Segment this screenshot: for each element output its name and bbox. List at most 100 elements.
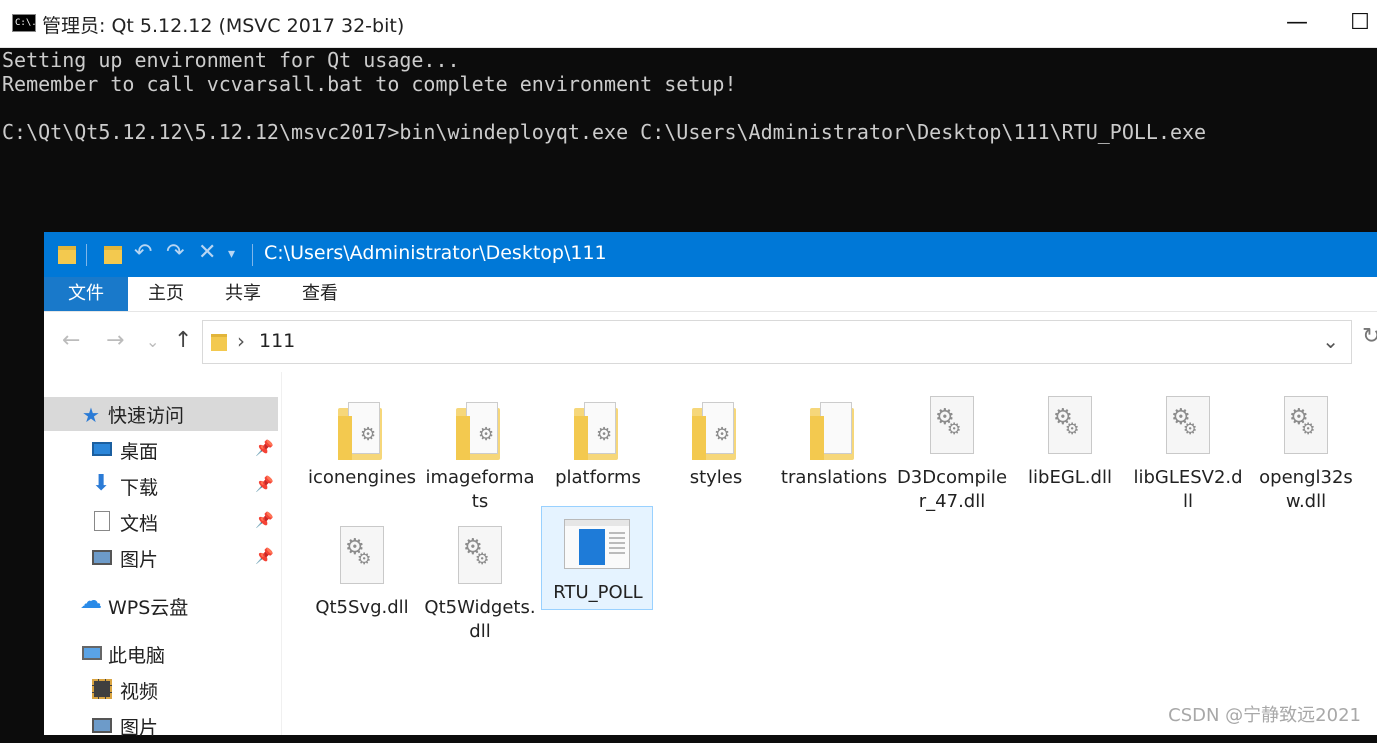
dll-item[interactable]: ⚙ ⚙ libGLESV2.dll [1132, 382, 1244, 512]
tab-file[interactable]: 文件 [44, 277, 128, 311]
recent-locations-icon[interactable]: ⌄ [146, 332, 159, 351]
sidebar-item-pictures[interactable]: 图片 📌 [44, 541, 278, 575]
tab-share[interactable]: 共享 [211, 277, 275, 311]
star-icon: ★ [82, 403, 100, 427]
folder-icon [58, 246, 76, 264]
folder-icon: ⚙ [574, 402, 618, 460]
sidebar-item-label: 桌面 [120, 441, 159, 463]
cmd-titlebar: C:\. 管理员: Qt 5.12.12 (MSVC 2017 32-bit) … [0, 0, 1377, 48]
customize-toolbar-icon[interactable]: ▾ [228, 246, 235, 262]
file-name: D3Dcompiler_47.dll [896, 467, 1008, 512]
sidebar-item-label: 视频 [120, 681, 159, 703]
file-name: imageformats [425, 467, 535, 512]
file-explorer-window: ↶ ↷ ✕ ▾ C:\Users\Administrator\Desktop\1… [44, 232, 1377, 739]
application-icon [564, 519, 630, 569]
folder-item[interactable]: translations [778, 382, 890, 488]
up-arrow-icon[interactable]: ↑ [174, 328, 192, 353]
forward-arrow-icon[interactable]: → [106, 328, 124, 353]
cmd-icon: C:\. [12, 14, 37, 32]
file-name: RTU_POLL [553, 582, 643, 603]
file-name: libGLESV2.dll [1133, 467, 1243, 512]
file-name: opengl32sw.dll [1259, 467, 1353, 512]
folder-icon: ⚙ [456, 402, 500, 460]
sidebar-item-this-pc[interactable]: 此电脑 [44, 637, 278, 671]
dll-item[interactable]: ⚙ ⚙ opengl32sw.dll [1250, 382, 1362, 512]
file-name: platforms [555, 467, 641, 488]
sidebar-item-wps-cloud[interactable]: ☁ WPS云盘 [44, 589, 278, 623]
address-dropdown-icon[interactable]: ⌄ [1322, 329, 1339, 353]
refresh-icon[interactable]: ↻ [1362, 324, 1377, 349]
tab-home[interactable]: 主页 [134, 277, 198, 311]
explorer-title: C:\Users\Administrator\Desktop\111 [264, 242, 607, 264]
pin-icon[interactable]: 📌 [255, 511, 274, 529]
navigation-bar: ← → ⌄ ↑ › 111 ⌄ ↻ [44, 312, 1377, 372]
folder-item[interactable]: ⚙ platforms [542, 382, 654, 488]
breadcrumb[interactable]: 111 [259, 330, 295, 352]
picture-icon [92, 550, 112, 565]
sidebar-item-documents[interactable]: 文档 📌 [44, 505, 278, 539]
exe-item[interactable]: RTU_POLL [541, 506, 653, 610]
settings-file-icon: ⚙ ⚙ [340, 526, 384, 584]
maximize-button[interactable]: ☐ [1340, 6, 1377, 40]
pin-icon[interactable]: 📌 [255, 547, 274, 565]
file-name: libEGL.dll [1028, 467, 1112, 488]
folder-item[interactable]: ⚙ styles [660, 382, 772, 488]
video-icon [92, 679, 112, 699]
sidebar-item-label: 图片 [120, 717, 159, 739]
cmd-window-title: 管理员: Qt 5.12.12 (MSVC 2017 32-bit) [42, 15, 405, 37]
explorer-titlebar: ↶ ↷ ✕ ▾ C:\Users\Administrator\Desktop\1… [44, 232, 1377, 277]
sidebar-item-downloads[interactable]: ⬇ 下载 📌 [44, 469, 278, 503]
file-list: ⚙ iconengines ⚙ imageformats ⚙ platforms [282, 372, 1377, 735]
delete-icon[interactable]: ✕ [198, 240, 216, 265]
ribbon-tabs: 文件 主页 共享 查看 [44, 277, 1377, 312]
settings-file-icon: ⚙ ⚙ [1166, 396, 1210, 454]
dll-item[interactable]: ⚙ ⚙ libEGL.dll [1014, 382, 1126, 488]
cmd-console[interactable]: Setting up environment for Qt usage... R… [0, 48, 1377, 248]
pin-icon[interactable]: 📌 [255, 475, 274, 493]
navigation-pane: ★ 快速访问 桌面 📌 ⬇ 下载 📌 文档 📌 图片 📌 ☁ WPS云盘 此电脑… [44, 372, 282, 739]
sidebar-item-videos[interactable]: 视频 [44, 673, 278, 707]
separator [86, 244, 87, 266]
folder-icon [211, 334, 227, 351]
file-name: translations [780, 467, 888, 488]
address-bar[interactable]: › 111 ⌄ [202, 320, 1352, 364]
sidebar-item-quick-access[interactable]: ★ 快速访问 [44, 397, 278, 431]
sidebar-item-label: 快速访问 [108, 405, 185, 427]
sidebar-item-pictures-pc[interactable]: 图片 [44, 709, 278, 743]
watermark: CSDN @宁静致远2021 [1168, 705, 1361, 726]
undo-icon[interactable]: ↶ [134, 240, 152, 265]
pin-icon[interactable]: 📌 [255, 439, 274, 457]
folder-icon: ⚙ [692, 402, 736, 460]
new-folder-icon[interactable] [104, 246, 122, 264]
file-name: Qt5Widgets.dll [424, 597, 536, 642]
dll-item[interactable]: ⚙ ⚙ Qt5Widgets.dll [424, 512, 536, 642]
sidebar-item-desktop[interactable]: 桌面 📌 [44, 433, 278, 467]
cloud-icon: ☁ [80, 589, 102, 614]
settings-file-icon: ⚙ ⚙ [1048, 396, 1092, 454]
console-line: C:\Qt\Qt5.12.12\5.12.12\msvc2017>bin\win… [2, 120, 1207, 144]
folder-icon [810, 402, 854, 460]
settings-file-icon: ⚙ ⚙ [930, 396, 974, 454]
tab-view[interactable]: 查看 [288, 277, 352, 311]
dll-item[interactable]: ⚙ ⚙ D3Dcompiler_47.dll [896, 382, 1008, 512]
desktop-icon [92, 442, 112, 456]
separator [252, 244, 253, 266]
folder-item[interactable]: ⚙ iconengines [306, 382, 418, 488]
breadcrumb-chevron-icon[interactable]: › [237, 329, 245, 353]
redo-icon[interactable]: ↷ [166, 240, 184, 265]
document-icon [94, 511, 110, 531]
folder-item[interactable]: ⚙ imageformats [424, 382, 536, 512]
minimize-button[interactable]: — [1277, 6, 1317, 40]
computer-icon [82, 646, 102, 660]
console-line: Remember to call vcvarsall.bat to comple… [2, 72, 737, 96]
sidebar-item-label: 图片 [120, 549, 159, 571]
back-arrow-icon[interactable]: ← [62, 328, 80, 353]
picture-icon [92, 718, 112, 733]
download-icon: ⬇ [92, 471, 111, 496]
file-name: iconengines [307, 467, 417, 488]
sidebar-item-label: WPS云盘 [108, 597, 189, 619]
console-line: Setting up environment for Qt usage... [2, 48, 460, 72]
sidebar-item-label: 此电脑 [108, 645, 166, 667]
folder-icon: ⚙ [338, 402, 382, 460]
dll-item[interactable]: ⚙ ⚙ Qt5Svg.dll [306, 512, 418, 618]
